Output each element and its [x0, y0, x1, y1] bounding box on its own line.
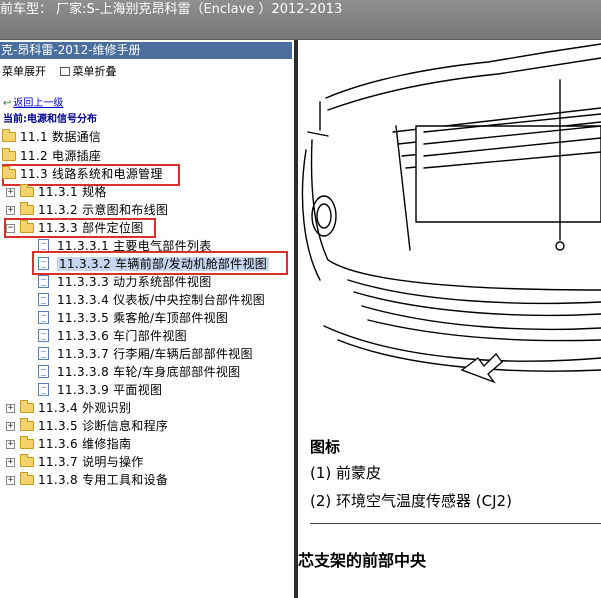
tree-node-expanded[interactable]: 11.3.3 部件定位图: [20, 219, 144, 237]
tree-node[interactable]: 11.2 电源插座: [2, 147, 101, 165]
document-icon: [38, 293, 49, 306]
tree-node[interactable]: 11.3.8 专用工具和设备: [20, 471, 168, 489]
document-icon: [38, 347, 49, 360]
document-icon: [38, 383, 49, 396]
expand-toggle[interactable]: +: [6, 206, 15, 215]
tree-leaf[interactable]: 11.3.3.3 动力系统部件视图: [38, 273, 212, 291]
vehicle-front-illustration: [301, 43, 601, 384]
document-icon: [38, 365, 49, 378]
window-title: 前车型： 厂家:S-上海别克昂科雷（Enclave ）2012-2013: [0, 2, 343, 17]
window-title-bar: 前车型： 厂家:S-上海别克昂科雷（Enclave ）2012-2013: [0, 0, 601, 40]
expand-toggle[interactable]: +: [6, 422, 15, 431]
current-path: 当前:电源和信号分布: [3, 114, 97, 125]
back-link[interactable]: ↩ 返回上一级: [3, 98, 63, 110]
folder-icon: [20, 400, 34, 413]
tree-leaf[interactable]: 11.3.3.4 仪表板/中央控制台部件视图: [38, 291, 265, 309]
back-arrow-icon: ↩: [3, 98, 12, 109]
tree-leaf[interactable]: 11.3.3.9 平面视图: [38, 381, 162, 399]
expand-toggle[interactable]: +: [6, 404, 15, 413]
folder-icon: [20, 454, 34, 467]
menu-toolbar: 菜单展开 菜单折叠: [2, 64, 127, 80]
collapse-icon: [59, 67, 70, 76]
tree-node[interactable]: 11.3.2 示意图和布线图: [20, 201, 168, 219]
expand-toggle[interactable]: +: [6, 188, 15, 197]
content-pane: 图标 (1) 前蒙皮 (2) 环境空气温度传感器 (CJ2) 芯支架的前部中央: [298, 40, 601, 598]
collapse-menu-button[interactable]: 菜单折叠: [59, 64, 117, 80]
folder-icon: [20, 202, 34, 215]
folder-icon: [2, 148, 16, 161]
folder-icon: [20, 472, 34, 485]
tree-node[interactable]: 11.3.7 说明与操作: [20, 453, 144, 471]
collapse-toggle[interactable]: −: [6, 224, 15, 233]
tree-leaf-selected[interactable]: 11.3.3.2 车辆前部/发动机舱部件视图: [38, 255, 270, 273]
expand-menu-button[interactable]: 菜单展开: [2, 64, 46, 80]
expand-toggle[interactable]: +: [6, 440, 15, 449]
section-divider: [310, 523, 601, 524]
navigation-pane: 克-昂科雷-2012-维修手册 菜单展开 菜单折叠 ↩ 返回上一级 当前:电源和信…: [0, 40, 294, 598]
folder-icon: [20, 418, 34, 431]
open-folder-icon: [2, 166, 16, 179]
open-folder-icon: [20, 220, 34, 233]
legend-title: 图标: [310, 438, 341, 456]
expand-toggle[interactable]: +: [6, 458, 15, 467]
tree-leaf[interactable]: 11.3.3.7 行李厢/车辆后部部件视图: [38, 345, 253, 363]
tree-node[interactable]: 11.3.1 规格: [20, 183, 107, 201]
manual-header: 克-昂科雷-2012-维修手册: [0, 42, 292, 59]
tree-node-expanded[interactable]: 11.3 线路系统和电源管理: [2, 165, 163, 183]
manual-title: 克-昂科雷-2012-维修手册: [1, 43, 141, 57]
tree-node[interactable]: 11.3.4 外观识别: [20, 399, 131, 417]
tree-node[interactable]: 11.3.5 诊断信息和程序: [20, 417, 168, 435]
tree-leaf[interactable]: 11.3.3.6 车门部件视图: [38, 327, 187, 345]
document-icon: [38, 257, 49, 270]
document-icon: [38, 311, 49, 324]
tree-node[interactable]: 11.1 数据通信: [2, 128, 101, 146]
tree-leaf[interactable]: 11.3.3.5 乘客舱/车顶部件视图: [38, 309, 228, 327]
tree-leaf[interactable]: 11.3.3.8 车轮/车身底部部件视图: [38, 363, 240, 381]
folder-icon: [2, 129, 16, 142]
folder-icon: [20, 436, 34, 449]
folder-icon: [20, 184, 34, 197]
section-heading: 芯支架的前部中央: [298, 551, 427, 570]
tree-node[interactable]: 11.3.6 维修指南: [20, 435, 131, 453]
expand-toggle[interactable]: +: [6, 476, 15, 485]
legend-item: (1) 前蒙皮: [310, 464, 382, 482]
document-icon: [38, 329, 49, 342]
legend-item: (2) 环境空气温度传感器 (CJ2): [310, 492, 512, 510]
document-icon: [38, 275, 49, 288]
